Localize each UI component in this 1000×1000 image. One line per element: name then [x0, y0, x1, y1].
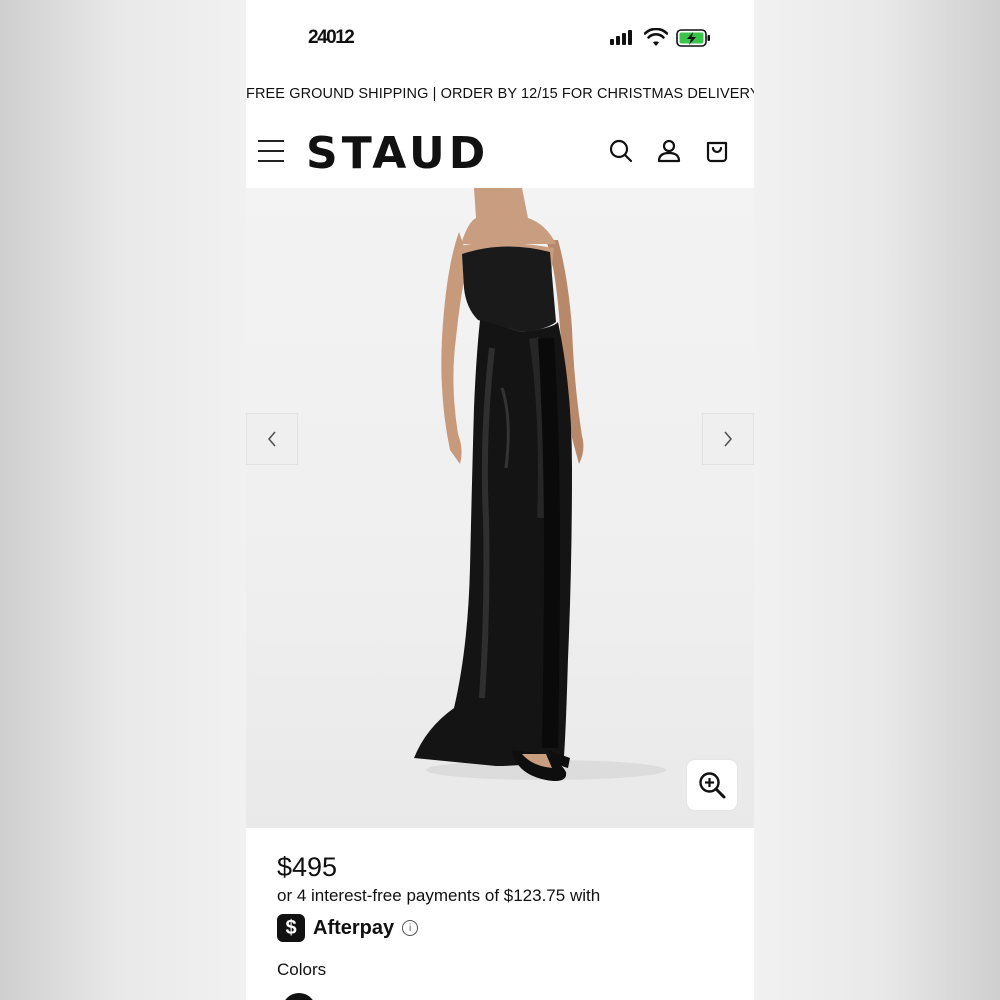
brand-logo[interactable]: STAUD: [306, 128, 489, 179]
wifi-icon: [644, 28, 668, 46]
promo-banner[interactable]: FREE GROUND SHIPPING | ORDER BY 12/15 FO…: [246, 86, 754, 102]
menu-icon[interactable]: [258, 138, 286, 164]
chevron-left-icon: [267, 431, 276, 447]
site-header: STAUD: [246, 120, 754, 186]
info-icon[interactable]: i: [402, 920, 419, 936]
zoom-button[interactable]: [687, 760, 737, 810]
color-swatch-black[interactable]: [282, 993, 316, 1000]
search-icon[interactable]: [608, 138, 634, 164]
status-time: 24012: [308, 27, 355, 48]
next-image-button[interactable]: [702, 413, 754, 465]
afterpay-name: Afterpay: [313, 916, 395, 939]
installments-text: or 4 interest-free payments of $123.75 w…: [277, 886, 601, 905]
prev-image-button[interactable]: [246, 413, 298, 465]
product-image: [414, 188, 666, 781]
afterpay-logo-icon: $: [277, 914, 305, 942]
status-bar: 24012: [246, 0, 754, 76]
zoom-in-icon: [699, 772, 726, 799]
product-image-gallery[interactable]: [246, 188, 754, 828]
chevron-right-icon: [724, 431, 733, 447]
phone-screen: 24012 FREE GROUND SHIPPING | ORDER BY 12…: [246, 0, 754, 1000]
account-icon[interactable]: [656, 138, 682, 164]
battery-charging-icon: [676, 29, 710, 47]
cart-icon[interactable]: [704, 138, 730, 164]
product-price: $495: [277, 852, 338, 882]
afterpay-row: $ Afterpay i: [277, 914, 419, 942]
signal-bars-icon: [610, 30, 632, 45]
colors-label: Colors: [277, 960, 327, 979]
